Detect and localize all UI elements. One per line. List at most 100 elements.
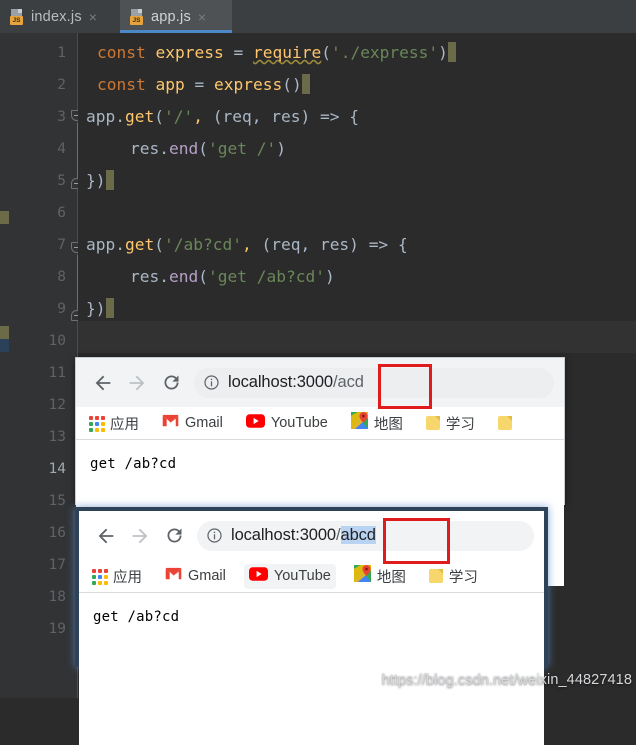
text-caret xyxy=(447,42,456,62)
address-bar[interactable]: localhost:3000/acd xyxy=(194,367,554,398)
string-express-path: './express' xyxy=(330,43,439,62)
youtube-icon xyxy=(245,413,265,433)
method-get: get xyxy=(125,235,155,254)
bookmark-label: YouTube xyxy=(270,415,328,431)
line-number: 14 xyxy=(48,461,66,477)
line-number-gutter: 1 2 3 4 5 6 7 8 9 10 11 12 13 14 15 16 17 18 19 xyxy=(9,33,77,698)
info-circle-icon[interactable] xyxy=(198,370,224,396)
line-number: 8 xyxy=(57,269,66,285)
line-number: 7 xyxy=(57,237,66,253)
string-get-abcd: 'get /ab?cd' xyxy=(208,267,325,286)
bookmark-apps[interactable]: 应用 xyxy=(87,563,147,590)
folder-icon xyxy=(497,416,512,430)
reload-icon[interactable] xyxy=(154,366,188,400)
js-badge: JS xyxy=(130,15,143,25)
js-file-icon: JS xyxy=(10,8,25,25)
url-separator: / xyxy=(336,526,341,544)
bookmark-label: Gmail xyxy=(185,415,223,431)
line-number: 11 xyxy=(48,365,66,381)
gmail-icon xyxy=(162,414,179,432)
text-caret xyxy=(301,74,310,94)
reload-icon[interactable] xyxy=(157,519,191,553)
keyword-const: const xyxy=(97,43,146,62)
function-express: express xyxy=(213,75,283,94)
tab-index-js[interactable]: JS index.js × xyxy=(0,0,120,33)
bookmark-gmail[interactable]: Gmail xyxy=(157,411,228,435)
bookmark-label: 地图 xyxy=(376,569,406,586)
watermark-text: https://blog.csdn.net/weixin_44827418 xyxy=(381,672,632,688)
text-caret xyxy=(105,170,114,190)
folder-icon xyxy=(428,569,443,583)
tab-app-js[interactable]: JS app.js × xyxy=(120,0,232,33)
forward-arrow-icon[interactable] xyxy=(120,366,154,400)
page-viewport: get /ab?cd xyxy=(79,593,544,745)
method-get: get xyxy=(125,107,155,126)
address-bar[interactable]: localhost:3000/abcd xyxy=(197,520,534,551)
js-file-icon: JS xyxy=(130,8,145,25)
js-badge: JS xyxy=(10,15,23,25)
identifier-app: app xyxy=(155,75,185,94)
tab-label: app.js xyxy=(151,8,191,25)
bookmark-maps[interactable]: 地图 xyxy=(346,409,408,437)
bookmark-apps[interactable]: 应用 xyxy=(84,410,144,437)
bookmark-label: 学习 xyxy=(448,569,478,586)
bookmark-youtube[interactable]: YouTube xyxy=(243,563,336,589)
editor-marker-strip[interactable] xyxy=(0,33,9,698)
bookmark-youtube[interactable]: YouTube xyxy=(241,411,333,436)
line-number: 4 xyxy=(57,141,66,157)
bookmark-study-folder[interactable]: 学习 xyxy=(421,410,480,437)
line-number: 16 xyxy=(48,525,66,541)
browser-toolbar: localhost:3000/abcd xyxy=(79,511,544,560)
line-number: 9 xyxy=(57,301,66,317)
url-highlight-box xyxy=(378,364,432,409)
url-path: acd xyxy=(337,373,364,391)
string-get-root: 'get /' xyxy=(208,139,277,158)
line-number: 12 xyxy=(48,397,66,413)
line-number: 17 xyxy=(48,557,66,573)
change-marker xyxy=(0,211,9,224)
bookmark-study-folder[interactable]: 学习 xyxy=(424,563,483,590)
line-number: 13 xyxy=(48,429,66,445)
code-line-3: app.get('/', (req, res) => { xyxy=(86,107,359,126)
info-circle-icon[interactable] xyxy=(201,523,227,549)
youtube-icon xyxy=(248,566,268,586)
back-arrow-icon[interactable] xyxy=(86,366,120,400)
line-number: 2 xyxy=(57,77,66,93)
page-response-text: get /ab?cd xyxy=(93,609,180,625)
line-number: 3 xyxy=(57,109,66,125)
forward-arrow-icon[interactable] xyxy=(123,519,157,553)
tab-label: index.js xyxy=(31,8,82,25)
gmail-icon xyxy=(165,567,182,585)
bookmark-gmail[interactable]: Gmail xyxy=(160,564,231,588)
route-path-abcd: '/ab?cd' xyxy=(164,235,242,254)
code-line-2: const app = express() xyxy=(97,69,310,101)
change-marker xyxy=(0,326,9,339)
bookmark-label: 应用 xyxy=(110,416,139,433)
bookmark-folder-overflow[interactable] xyxy=(493,413,523,433)
browser-window-second[interactable]: localhost:3000/abcd 应用 Gmail YouTube 地图 … xyxy=(75,507,548,745)
url-text: localhost:3000/abcd xyxy=(231,526,376,545)
url-text: localhost:3000/acd xyxy=(228,373,364,392)
route-path-root: '/' xyxy=(164,107,194,126)
browser-window-first[interactable]: localhost:3000/acd 应用 Gmail YouTube 地图 学… xyxy=(75,357,565,586)
current-line-highlight xyxy=(78,321,636,353)
close-icon[interactable]: × xyxy=(198,10,206,24)
editor-tab-bar: JS index.js × JS app.js × xyxy=(0,0,636,33)
function-require: require xyxy=(252,43,322,62)
apps-grid-icon xyxy=(92,568,108,585)
code-line-5: }) xyxy=(86,165,114,197)
bookmark-label: 学习 xyxy=(445,416,475,433)
bookmark-maps[interactable]: 地图 xyxy=(349,562,411,590)
close-icon[interactable]: × xyxy=(89,10,97,24)
method-end: end xyxy=(169,139,199,158)
line-number: 15 xyxy=(48,493,66,509)
bookmark-label: Gmail xyxy=(188,568,226,584)
line-number: 19 xyxy=(48,621,66,637)
url-path-selected: abcd xyxy=(340,526,376,544)
identifier-express: express xyxy=(155,43,224,62)
text-caret xyxy=(105,298,114,318)
url-host: localhost:3000 xyxy=(228,373,334,391)
bookmarks-bar: 应用 Gmail YouTube 地图 学习 xyxy=(76,407,564,440)
line-number: 6 xyxy=(57,205,66,221)
back-arrow-icon[interactable] xyxy=(89,519,123,553)
